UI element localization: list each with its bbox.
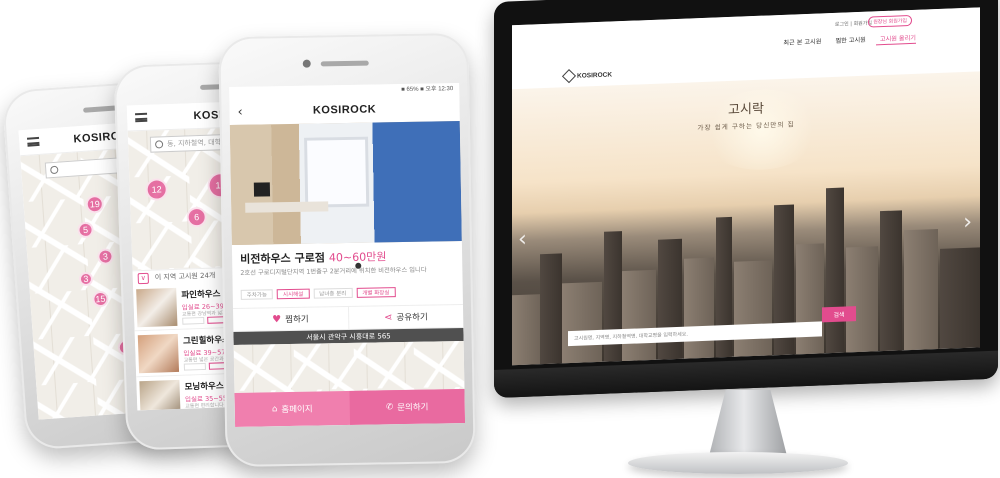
nav-active-indicator [876,42,916,46]
list-header-label: 이 지역 고시원 24개 [154,271,216,282]
listing-tags: 주차가능 시시해설 남녀층 분리 개별 화장실 [240,287,396,300]
nav-post-listing[interactable]: 고시원 올리기 [880,33,916,43]
logo-mark-icon [561,69,577,84]
monitor-stand [708,390,788,460]
phone-detail-front: ■ 65% ■ 오후 12:30 ‹ KOSIROCK 비전하우스 구로점 40~… [218,32,476,468]
room-desk [244,201,328,213]
util-links[interactable]: 로그인 | 회원가입 [835,19,872,27]
share-button[interactable]: ⋖ 공유하기 [347,304,464,329]
website-screen: 로그인 | 회원가입 원장님 회원가입 최근 본 고시원 찜한 고시원 고시원 … [512,7,980,366]
search-icon [154,140,164,149]
search-button[interactable]: 검색 [822,306,856,323]
owner-register-button[interactable]: 원장님 회원가입 [868,14,912,28]
carousel-next-icon[interactable]: › [963,210,972,235]
home-icon: ⌂ [271,404,278,415]
back-arrow-icon[interactable]: ‹ [237,105,242,120]
map-pin[interactable]: 5 [77,221,95,239]
listing-thumbnail [136,287,178,328]
desktop-monitor: 로그인 | 회원가입 원장님 회원가입 최근 본 고시원 찜한 고시원 고시원 … [494,0,998,398]
website-logo[interactable]: KOSIROCK [561,69,613,84]
share-label: 공유하기 [396,312,428,324]
contact-button[interactable]: ✆ 문의하기 [349,388,466,425]
homepage-label: 홈페이지 [281,404,313,416]
room-window [303,136,370,208]
menu-icon[interactable] [135,112,148,123]
hero-banner: 고시락 가장 쉽게 구하는 당신만의 집 ‹ › [512,71,980,366]
location-map[interactable] [233,340,465,393]
nav-favorites[interactable]: 찜한 고시원 [835,35,865,45]
listing-title-row: 비전하우스 구로점 40~60만원 [240,248,387,267]
logo-text: KOSIROCK [577,70,613,80]
listing-thumbnail [137,333,180,374]
app-logo: KOSIROCK [312,103,377,117]
map-pin[interactable]: 12 [145,178,169,201]
phone-speaker [320,60,369,67]
carousel-prev-icon[interactable]: ‹ [518,227,527,252]
map-pin[interactable]: 3 [78,271,94,287]
room-monitor [253,182,271,197]
map-pin[interactable]: 19 [85,194,105,214]
map-pin[interactable]: 3 [96,248,114,266]
listing-description: 교통편 편리합니다 [185,402,224,410]
like-button[interactable]: ♥ 찜하기 [233,307,348,331]
phone-camera [302,59,311,68]
tag: 개별 화장실 [356,287,396,298]
listing-thumbnail [139,379,181,411]
listing-title: 비전하우스 구로점 [240,251,326,266]
homepage-button[interactable]: ⌂ 홈페이지 [234,391,350,427]
contact-label: 문의하기 [397,402,429,414]
heart-icon: ♥ [272,313,282,325]
phone-screen-detail: ■ 65% ■ 오후 12:30 ‹ KOSIROCK 비전하우스 구로점 40~… [229,83,466,427]
tag: 남녀층 분리 [313,287,353,299]
share-icon: ⋖ [383,311,393,323]
bottom-action-bar: ⌂ 홈페이지 ✆ 문의하기 [234,388,466,427]
map-pin[interactable]: 6 [186,206,208,228]
search-icon [50,165,59,175]
phone-icon: ✆ [385,402,394,413]
tag: 주차가능 [240,289,274,300]
nav-recent[interactable]: 최근 본 고시원 [783,36,821,46]
website-header: 로그인 | 회원가입 원장님 회원가입 최근 본 고시원 찜한 고시원 고시원 … [512,7,980,66]
map-pin[interactable]: 15 [91,290,109,308]
menu-icon[interactable] [26,136,40,147]
chevron-down-icon: ∨ [137,272,149,285]
main-nav: 최근 본 고시원 찜한 고시원 고시원 올리기 [783,33,916,47]
room-photo[interactable] [229,121,462,270]
listing-price: 40~60만원 [328,250,387,265]
tag: 시시해설 [276,288,310,300]
app-header: ‹ KOSIROCK [229,95,460,126]
monitor-stand-base [628,452,848,474]
like-label: 찜하기 [285,314,309,326]
